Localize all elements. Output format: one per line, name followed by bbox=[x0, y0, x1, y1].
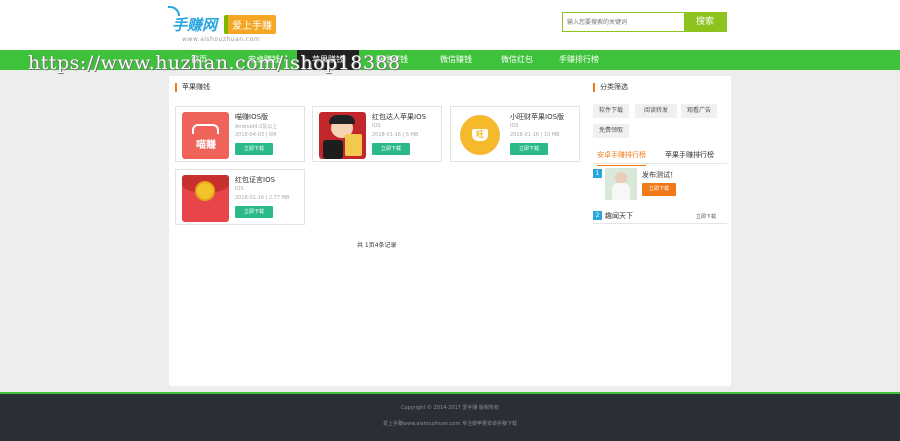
rank-number: 1 bbox=[593, 169, 602, 178]
section-title: 苹果赚钱 bbox=[175, 83, 210, 92]
pagination-info: 共 1页4条记录 bbox=[357, 242, 397, 249]
hongbao-daren-icon bbox=[319, 112, 366, 159]
download-button[interactable]: 立即下载 bbox=[235, 143, 273, 155]
sidebar: 分类筛选 软件下载 阅读转发 观看广告 免费领取 安卓手赚排行榜 苹果手赚排行榜… bbox=[589, 76, 731, 386]
tab-ios-rank[interactable]: 苹果手赚排行榜 bbox=[665, 150, 714, 160]
site-header: 手赚网 爱上手赚 www.aishouzhuan.com 搜索 bbox=[0, 0, 900, 50]
rank-divider bbox=[593, 223, 727, 224]
tag-read-share[interactable]: 阅读转发 bbox=[635, 104, 677, 118]
app-card[interactable]: 旺 小旺财苹果IOS版 IOS 2018-01-16 | 10 MB 立即下载 bbox=[450, 106, 580, 162]
app-date-size: 2018-01-16 | 2.77 MB bbox=[235, 195, 290, 201]
rank-number: 2 bbox=[593, 211, 602, 220]
hongbao-zhengyan-icon bbox=[182, 175, 229, 222]
app-name[interactable]: 喵赚IOS版 bbox=[235, 112, 268, 122]
app-platform: IOS bbox=[510, 123, 519, 129]
app-date-size: 2018-04-03 | 6M bbox=[235, 132, 277, 138]
nav-item-ranking[interactable]: 手赚排行榜 bbox=[547, 50, 611, 70]
app-date-size: 2018-01-16 | 5 MB bbox=[372, 132, 419, 138]
tag-free-claim[interactable]: 免费领取 bbox=[593, 124, 629, 138]
tag-software-download[interactable]: 软件下载 bbox=[593, 104, 629, 118]
app-platform: Android4.0及以上 bbox=[235, 124, 278, 130]
footer-record: 爱上手赚www.aishouzhuan.com 专注做苹果安卓手赚下载 bbox=[383, 421, 517, 427]
nav-item-wechat-hongbao[interactable]: 微信红包 bbox=[487, 50, 547, 70]
tab-divider bbox=[593, 163, 727, 164]
logo-brand: 手赚网 bbox=[172, 16, 218, 34]
app-name[interactable]: 红包证言IOS bbox=[235, 175, 275, 185]
site-footer: Copyright © 2014-2017 爱手赚 版权所有 爱上手赚www.a… bbox=[0, 392, 900, 441]
category-title: 分类筛选 bbox=[593, 83, 628, 92]
footer-copyright: Copyright © 2014-2017 爱手赚 版权所有 bbox=[400, 405, 500, 411]
app-name[interactable]: 红包达人苹果IOS bbox=[372, 112, 426, 122]
logo-slogan: 爱上手赚 bbox=[224, 15, 276, 34]
search-box: 搜索 bbox=[562, 12, 727, 32]
download-button[interactable]: 立即下载 bbox=[372, 143, 410, 155]
app-date-size: 2018-01-16 | 10 MB bbox=[510, 132, 560, 138]
app-platform: IOS bbox=[372, 123, 381, 129]
xiaowangcai-icon: 旺 bbox=[457, 112, 504, 159]
site-logo[interactable]: 手赚网 爱上手赚 www.aishouzhuan.com bbox=[168, 6, 328, 44]
miaozhuan-icon: 喵赚 bbox=[182, 112, 229, 159]
rank-name[interactable]: 发布测试！ bbox=[642, 170, 677, 180]
app-card[interactable]: 红包证言IOS IOS 2018-01-16 | 2.77 MB 立即下载 bbox=[175, 169, 305, 225]
app-name[interactable]: 小旺财苹果IOS版 bbox=[510, 112, 564, 122]
rank-name[interactable]: 趣闻天下 bbox=[605, 211, 633, 221]
tag-watch-ads[interactable]: 观看广告 bbox=[681, 104, 717, 118]
search-input[interactable] bbox=[563, 13, 684, 31]
rank-download-link[interactable]: 立即下载 bbox=[696, 213, 716, 220]
rank-download-button[interactable]: 立即下载 bbox=[642, 183, 676, 196]
download-button[interactable]: 立即下载 bbox=[235, 206, 273, 218]
search-button[interactable]: 搜索 bbox=[684, 13, 726, 31]
logo-site-url: www.aishouzhuan.com bbox=[182, 36, 261, 43]
app-card[interactable]: 喵赚 喵赚IOS版 Android4.0及以上 2018-04-03 | 6M … bbox=[175, 106, 305, 162]
watermark-text: https://www.huzhan.com/ishop18388 bbox=[28, 52, 401, 74]
nav-item-wechat[interactable]: 微信赚钱 bbox=[425, 50, 487, 70]
download-button[interactable]: 立即下载 bbox=[510, 143, 548, 155]
app-platform: IOS bbox=[235, 186, 244, 192]
rank-thumbnail[interactable] bbox=[605, 168, 637, 200]
app-card[interactable]: 红包达人苹果IOS IOS 2018-01-16 | 5 MB 立即下载 bbox=[312, 106, 442, 162]
